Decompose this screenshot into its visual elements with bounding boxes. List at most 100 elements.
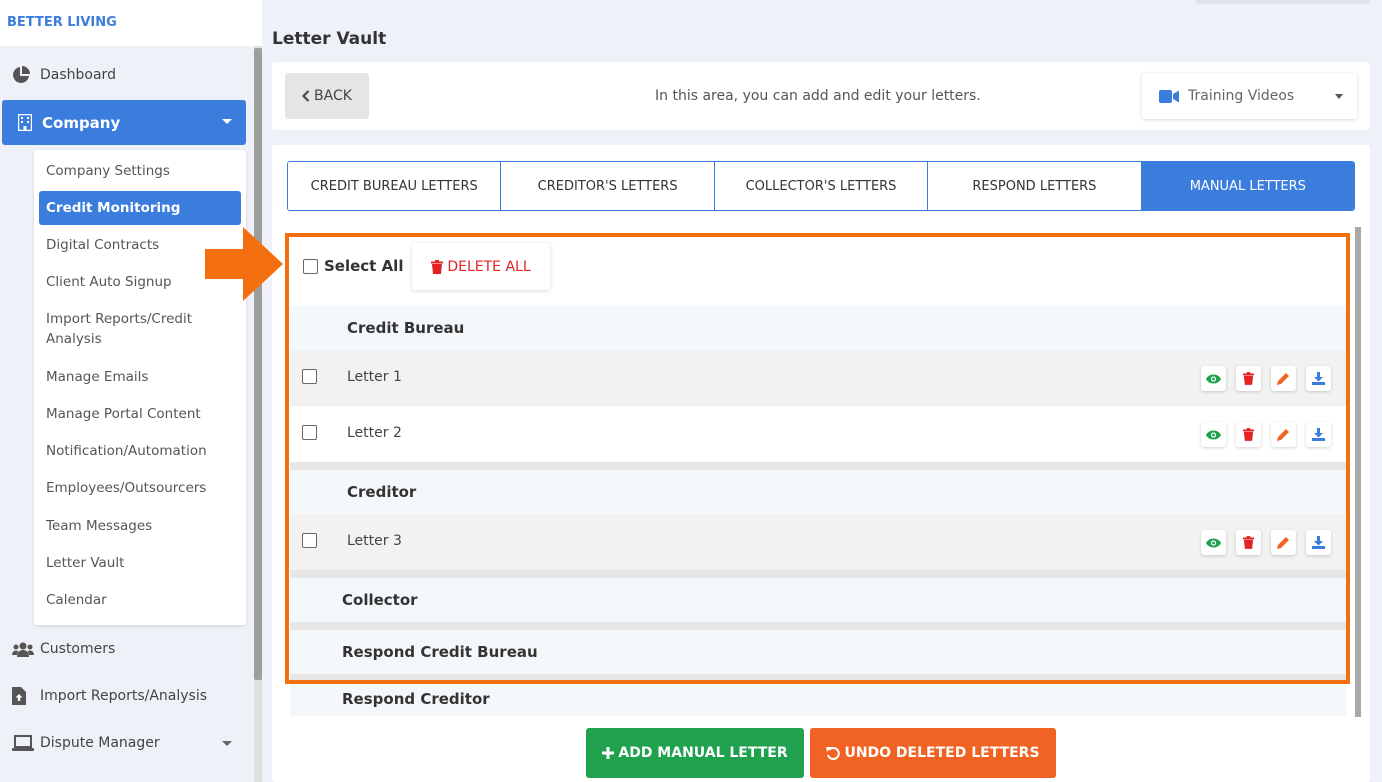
section-divider bbox=[290, 462, 1346, 470]
caret-down-icon bbox=[222, 119, 232, 124]
add-manual-letter-label: ADD MANUAL LETTER bbox=[618, 745, 788, 761]
submenu-calendar[interactable]: Calendar bbox=[46, 590, 236, 610]
section-title: Credit Bureau bbox=[347, 319, 465, 337]
section-divider bbox=[290, 674, 1346, 682]
trash-icon bbox=[1243, 428, 1254, 441]
nav-customers-label: Customers bbox=[40, 641, 116, 657]
chevron-left-icon bbox=[302, 90, 310, 102]
laptop-icon bbox=[12, 733, 36, 753]
submenu-team-messages[interactable]: Team Messages bbox=[46, 516, 236, 536]
view-button[interactable] bbox=[1201, 366, 1226, 391]
letter-name: Letter 3 bbox=[347, 533, 402, 549]
section-credit-bureau: Credit Bureau bbox=[290, 306, 1346, 350]
letter-name: Letter 1 bbox=[347, 369, 402, 385]
pie-chart-icon bbox=[12, 65, 36, 85]
plus-icon bbox=[602, 747, 615, 759]
caret-down-icon bbox=[222, 741, 232, 746]
letter-checkbox[interactable] bbox=[302, 369, 317, 384]
checkbox[interactable] bbox=[303, 258, 318, 274]
caret-down-icon bbox=[1335, 94, 1343, 99]
company-submenu: Company Settings Credit Monitoring Digit… bbox=[34, 150, 246, 625]
tab-manual-letters[interactable]: MANUAL LETTERS bbox=[1141, 162, 1354, 210]
pencil-icon bbox=[1277, 372, 1290, 385]
section-title: Respond Credit Bureau bbox=[342, 643, 538, 661]
download-icon bbox=[1312, 428, 1325, 441]
add-manual-letter-button[interactable]: ADD MANUAL LETTER bbox=[586, 728, 804, 778]
building-icon bbox=[18, 114, 40, 131]
delete-all-button[interactable]: DELETE ALL bbox=[412, 243, 550, 290]
download-button[interactable] bbox=[1306, 366, 1331, 391]
sidebar-scrollbar-thumb[interactable] bbox=[254, 48, 262, 680]
section-title: Collector bbox=[342, 591, 418, 609]
letter-checkbox[interactable] bbox=[302, 533, 317, 548]
nav-dashboard-label: Dashboard bbox=[40, 67, 116, 83]
letter-name: Letter 2 bbox=[347, 425, 402, 441]
submenu-letter-vault[interactable]: Letter Vault bbox=[46, 553, 236, 573]
download-button[interactable] bbox=[1306, 422, 1331, 447]
pencil-icon bbox=[1277, 536, 1290, 549]
users-icon bbox=[12, 639, 36, 659]
nav-dashboard[interactable]: Dashboard bbox=[12, 57, 116, 93]
eye-icon bbox=[1206, 430, 1221, 440]
delete-button[interactable] bbox=[1236, 422, 1261, 447]
section-respond-credit-bureau: Respond Credit Bureau bbox=[290, 630, 1346, 674]
letter-checkbox[interactable] bbox=[302, 425, 317, 440]
edit-button[interactable] bbox=[1271, 530, 1296, 555]
edit-button[interactable] bbox=[1271, 366, 1296, 391]
letter-row: Letter 2 bbox=[290, 406, 1346, 462]
view-button[interactable] bbox=[1201, 422, 1226, 447]
pencil-icon bbox=[1277, 428, 1290, 441]
page-header-bar: BACK In this area, you can add and edit … bbox=[272, 62, 1370, 130]
view-button[interactable] bbox=[1201, 530, 1226, 555]
eye-icon bbox=[1206, 538, 1221, 548]
letter-row: Letter 3 bbox=[290, 514, 1346, 570]
delete-all-label: DELETE ALL bbox=[447, 258, 531, 275]
info-text: In this area, you can add and edit your … bbox=[655, 88, 981, 104]
download-button[interactable] bbox=[1306, 530, 1331, 555]
nav-import-reports-label: Import Reports/Analysis bbox=[40, 688, 208, 704]
submenu-manage-portal-content[interactable]: Manage Portal Content bbox=[46, 404, 236, 424]
training-videos-dropdown[interactable]: Training Videos bbox=[1142, 73, 1357, 119]
arrow-right-icon bbox=[205, 227, 285, 305]
edit-button[interactable] bbox=[1271, 422, 1296, 447]
eye-icon bbox=[1206, 374, 1221, 384]
submenu-credit-monitoring[interactable]: Credit Monitoring bbox=[39, 191, 241, 225]
submenu-employees-outsourcers[interactable]: Employees/Outsourcers bbox=[46, 478, 236, 498]
trash-icon bbox=[1243, 536, 1254, 549]
delete-button[interactable] bbox=[1236, 530, 1261, 555]
submenu-notification-automation[interactable]: Notification/Automation bbox=[46, 441, 236, 461]
list-scrollbar[interactable] bbox=[1355, 227, 1361, 717]
submenu-import-reports-credit-analysis[interactable]: Import Reports/Credit Analysis bbox=[46, 309, 236, 349]
undo-deleted-letters-label: UNDO DELETED LETTERS bbox=[844, 745, 1040, 761]
section-divider bbox=[290, 622, 1346, 630]
page-title: Letter Vault bbox=[272, 29, 387, 49]
letter-tabs: CREDIT BUREAU LETTERS CREDITOR'S LETTERS… bbox=[287, 161, 1355, 211]
trash-icon bbox=[431, 259, 447, 274]
submenu-manage-emails[interactable]: Manage Emails bbox=[46, 367, 236, 387]
undo-deleted-letters-button[interactable]: UNDO DELETED LETTERS bbox=[810, 728, 1056, 778]
tab-credit-bureau-letters[interactable]: CREDIT BUREAU LETTERS bbox=[288, 162, 502, 210]
nav-customers[interactable]: Customers bbox=[12, 631, 115, 667]
section-respond-creditor: Respond Creditor bbox=[290, 682, 1346, 716]
nav-dispute-manager[interactable]: Dispute Manager bbox=[12, 725, 160, 761]
top-bar-edge bbox=[1195, 0, 1370, 4]
letter-row: Letter 1 bbox=[290, 350, 1346, 406]
select-all-checkbox[interactable]: Select All bbox=[303, 257, 403, 275]
submenu-company-settings[interactable]: Company Settings bbox=[46, 161, 236, 181]
tab-respond-letters[interactable]: RESPOND LETTERS bbox=[928, 162, 1142, 210]
nav-company[interactable]: Company bbox=[2, 100, 246, 145]
brand-logo[interactable]: BETTER LIVING bbox=[0, 0, 262, 46]
nav-dispute-manager-label: Dispute Manager bbox=[40, 735, 160, 751]
delete-button[interactable] bbox=[1236, 366, 1261, 391]
nav-import-reports[interactable]: Import Reports/Analysis bbox=[12, 678, 207, 714]
tab-collectors-letters[interactable]: COLLECTOR'S LETTERS bbox=[714, 162, 929, 210]
training-videos-label: Training Videos bbox=[1188, 88, 1295, 104]
section-creditor: Creditor bbox=[290, 470, 1346, 514]
section-divider bbox=[290, 570, 1346, 578]
back-button[interactable]: BACK bbox=[285, 73, 369, 119]
undo-icon bbox=[826, 746, 841, 760]
tab-creditors-letters[interactable]: CREDITOR'S LETTERS bbox=[501, 162, 715, 210]
file-upload-icon bbox=[12, 686, 36, 706]
letter-actions bbox=[1201, 530, 1331, 555]
section-collector: Collector bbox=[290, 578, 1346, 622]
